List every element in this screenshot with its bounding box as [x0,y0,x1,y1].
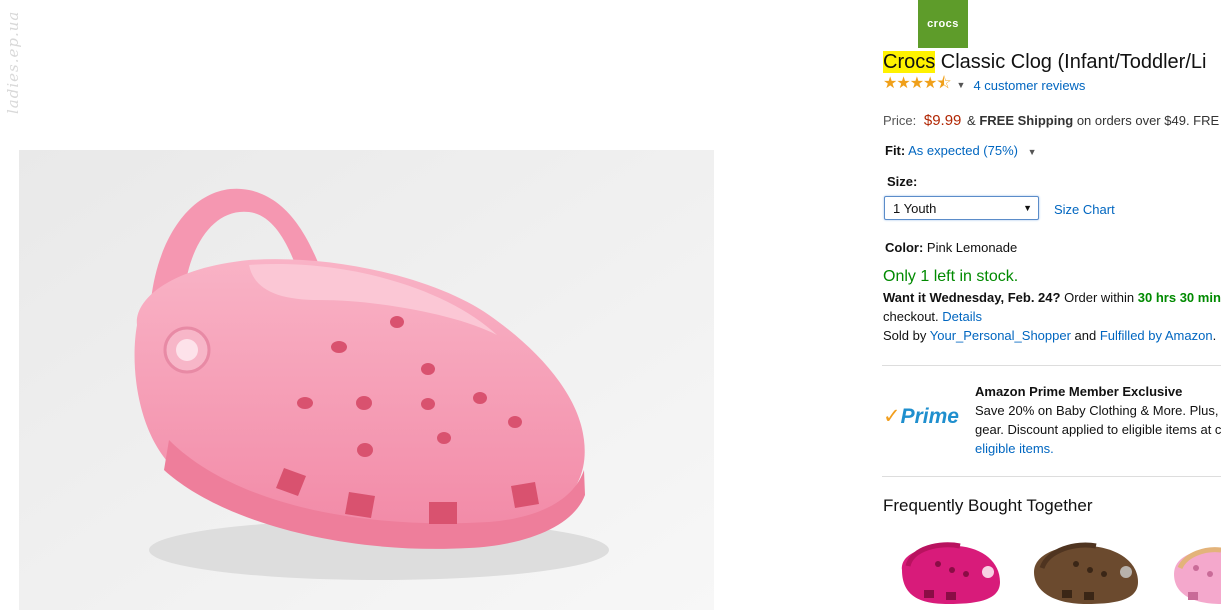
delivery-row: Want it Wednesday, Feb. 24? Order within… [883,290,1221,305]
price-row: Price: $9.99 & FREE Shipping on orders o… [883,112,1219,129]
free-shipping: FREE Shipping [979,113,1074,128]
divider [882,365,1221,366]
order-within: Order within [1060,290,1138,305]
rating-row: ★★★★⯪ ▼ 4 customer reviews [883,75,1085,94]
price-value: $9.99 [923,112,962,129]
fulfilled-link[interactable]: Fulfilled by Amazon [1100,328,1213,343]
size-selected-value: 1 Youth [893,200,937,216]
frequently-bought-together-title: Frequently Bought Together [883,496,1093,515]
checkout-row: checkout. Details [883,309,982,324]
fit-caret-down-icon[interactable]: ▼ [1028,147,1037,157]
price-label: Price: [883,113,917,128]
prime-text-line2: gear. Discount applied to eligible items… [975,422,1221,437]
fit-label: Fit: [885,143,906,158]
prime-text-line1: Save 20% on Baby Clothing & More. Plus, [975,403,1219,418]
checkout-text: checkout. [883,309,939,324]
color-value: Pink Lemonade [926,240,1018,255]
star-icon[interactable]: ★★★★⯪ [883,72,952,99]
sold-by-prefix: Sold by [883,328,930,343]
eligible-items-link[interactable]: eligible items. [975,441,1054,456]
caret-down-icon[interactable]: ▼ [957,80,966,90]
select-arrow-icon: ▼ [1023,203,1032,213]
fit-row: Fit: As expected (75%) ▼ [885,143,1045,158]
fit-value-link[interactable]: As expected (75%) [908,143,1018,158]
stock-status: Only 1 left in stock. [883,268,1019,285]
sold-by-row: Sold by Your_Personal_Shopper and Fulfil… [883,328,1216,343]
size-select[interactable]: 1 Youth ▼ [884,196,1039,220]
prime-title: Amazon Prime Member Exclusive [975,384,1183,399]
size-chart-link[interactable]: Size Chart [1054,202,1115,217]
fbt-thumb-light-pink-clog[interactable] [1166,538,1221,610]
watermark: ladies.ep.ua [4,10,22,114]
prime-logo-text: Prime [900,405,959,428]
price-amp: & [963,113,980,128]
crocs-logo[interactable]: crocs [918,0,968,48]
sold-end: . [1212,328,1217,343]
product-image[interactable] [19,150,714,610]
product-title: Crocs Classic Clog (Infant/Toddler/Li [883,50,1206,74]
sold-and: and [1070,328,1100,343]
color-label: Color: [885,240,924,255]
fbt-thumb-brown-clog[interactable] [1028,538,1148,610]
title-text: Classic Clog (Infant/Toddler/Li [935,51,1207,73]
prime-check-icon: ✓ [883,405,901,428]
countdown: 30 hrs 30 min [1137,290,1221,305]
brand-name-highlight[interactable]: Crocs [883,51,936,73]
size-label: Size: [887,174,918,189]
divider [882,476,1221,477]
color-row: Color: Pink Lemonade [885,240,1017,255]
prime-logo: ✓Prime [883,404,959,429]
details-link[interactable]: Details [942,309,982,324]
seller-link[interactable]: Your_Personal_Shopper [930,328,1071,343]
price-suffix: on orders over $49. FRE [1073,113,1220,128]
delivery-date: Want it Wednesday, Feb. 24? [883,290,1061,305]
customer-reviews-link[interactable]: 4 customer reviews [973,78,1085,93]
fbt-thumb-magenta-clog[interactable] [888,538,1008,610]
